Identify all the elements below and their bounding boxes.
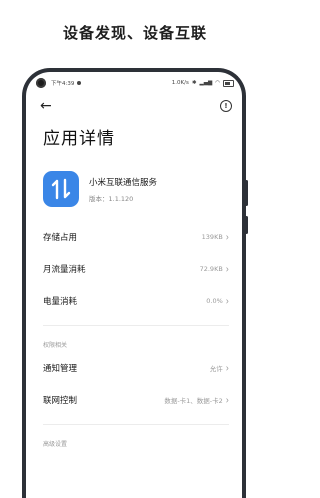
storage-usage-row[interactable]: 存储占用 139KB › <box>26 221 242 253</box>
row-value: 0.0% <box>206 297 223 305</box>
wifi-icon: ◠ <box>215 80 220 86</box>
row-label: 存储占用 <box>43 233 78 243</box>
row-label: 月流量消耗 <box>43 265 86 275</box>
front-camera <box>36 78 46 88</box>
row-value: 数据-卡1、数据-卡2 <box>164 397 223 405</box>
row-label: 联网控制 <box>43 396 78 406</box>
chevron-right-icon: › <box>225 295 229 307</box>
notification-management-row[interactable]: 通知管理 允许 › <box>26 352 242 384</box>
battery-usage-row[interactable]: 电量消耗 0.0% › <box>26 285 242 317</box>
chevron-right-icon: › <box>225 362 229 374</box>
network-control-row[interactable]: 联网控制 数据-卡1、数据-卡2 › <box>26 384 242 416</box>
chevron-right-icon: › <box>225 394 229 406</box>
caption-title: 设备发现、设备互联 <box>62 24 207 42</box>
top-bar: ← ! <box>26 94 242 118</box>
chevron-right-icon: › <box>225 231 229 243</box>
status-bar: 下午4:39 1.0K/s ✱ ▂▄▆ ◠ <box>26 72 242 94</box>
status-time: 下午4:39 <box>51 81 75 87</box>
app-version: 版本：1.1.120 <box>89 194 134 203</box>
back-arrow-icon[interactable]: ← <box>40 98 52 114</box>
row-value: 72.9KB <box>199 265 223 273</box>
monthly-data-row[interactable]: 月流量消耗 72.9KB › <box>26 253 242 285</box>
section-divider <box>43 424 229 425</box>
signal-icon: ▂▄▆ <box>199 80 213 86</box>
section-divider <box>43 325 229 326</box>
row-value: 139KB <box>201 233 223 241</box>
transfer-arrows-icon <box>51 178 71 200</box>
app-name: 小米互联通信服务 <box>89 177 158 188</box>
info-icon[interactable]: ! <box>220 100 232 112</box>
network-speed: 1.0K/s <box>171 80 189 86</box>
battery-icon <box>223 79 234 87</box>
row-label: 通知管理 <box>43 364 78 374</box>
permissions-section-title: 权限相关 <box>43 342 68 349</box>
row-value: 允许 <box>209 365 223 373</box>
advanced-section-title: 高级设置 <box>43 441 68 448</box>
page-title: 应用详情 <box>43 129 115 149</box>
notification-dot-icon <box>77 81 82 85</box>
phone-frame: 下午4:39 1.0K/s ✱ ▂▄▆ ◠ ← ! 应用详情 小米互联通信服务 … <box>22 68 246 498</box>
app-icon <box>43 171 79 207</box>
bluetooth-icon: ✱ <box>191 80 197 86</box>
row-label: 电量消耗 <box>43 297 78 307</box>
app-header: 小米互联通信服务 版本：1.1.120 <box>43 171 242 207</box>
chevron-right-icon: › <box>225 263 229 275</box>
